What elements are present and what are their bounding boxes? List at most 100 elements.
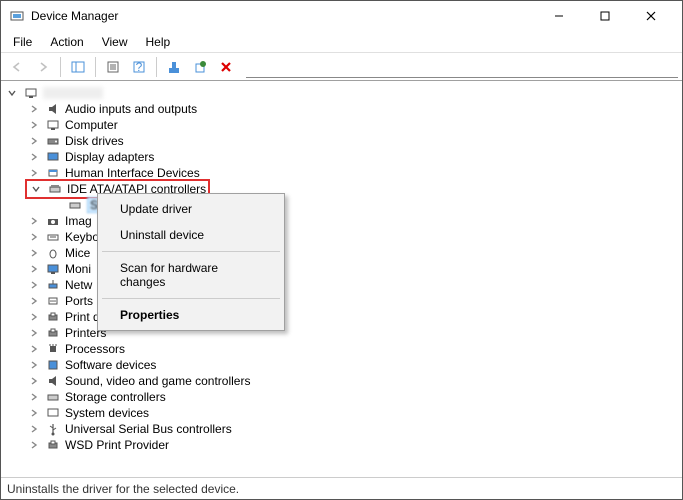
chevron-right-icon[interactable] xyxy=(27,438,41,452)
tree-node-system[interactable]: System devices xyxy=(3,405,680,421)
computer-icon xyxy=(45,405,61,421)
chevron-right-icon[interactable] xyxy=(27,278,41,292)
tree-node-storage[interactable]: Storage controllers xyxy=(3,389,680,405)
chevron-right-icon[interactable] xyxy=(27,214,41,228)
node-label: Imag xyxy=(65,214,92,228)
toolbar-separator xyxy=(156,57,157,77)
chevron-right-icon[interactable] xyxy=(27,422,41,436)
printer-icon xyxy=(45,325,61,341)
monitor-icon xyxy=(45,261,61,277)
node-label: Netw xyxy=(65,278,92,292)
node-label: Human Interface Devices xyxy=(65,166,200,180)
network-icon xyxy=(45,277,61,293)
chevron-right-icon[interactable] xyxy=(27,342,41,356)
node-label: Audio inputs and outputs xyxy=(65,102,197,116)
usb-icon xyxy=(45,421,61,437)
chevron-right-icon[interactable] xyxy=(27,310,41,324)
statusbar-text: Uninstalls the driver for the selected d… xyxy=(7,482,239,496)
statusbar: Uninstalls the driver for the selected d… xyxy=(1,477,682,499)
help-button[interactable]: ? xyxy=(127,55,151,79)
context-menu: Update driver Uninstall device Scan for … xyxy=(97,193,285,331)
node-label: Computer xyxy=(65,118,118,132)
printer-icon xyxy=(45,437,61,453)
ctx-update-driver[interactable]: Update driver xyxy=(100,196,282,222)
tree-node-computer[interactable]: Computer xyxy=(3,117,680,133)
node-label: Storage controllers xyxy=(65,390,166,404)
node-label: Sound, video and game controllers xyxy=(65,374,250,388)
close-button[interactable] xyxy=(628,1,674,31)
tree-node-software[interactable]: Software devices xyxy=(3,357,680,373)
node-label: Moni xyxy=(65,262,91,276)
chevron-down-icon[interactable] xyxy=(5,86,19,100)
toolbar-divider xyxy=(246,77,678,78)
speaker-icon xyxy=(45,101,61,117)
node-label: Disk drives xyxy=(65,134,124,148)
menu-action[interactable]: Action xyxy=(42,33,91,51)
chevron-right-icon[interactable] xyxy=(27,390,41,404)
node-label: Software devices xyxy=(65,358,156,372)
expander-empty xyxy=(49,198,63,212)
mouse-icon xyxy=(45,245,61,261)
menu-view[interactable]: View xyxy=(94,33,136,51)
scan-hardware-button[interactable] xyxy=(188,55,212,79)
controller-icon xyxy=(47,181,63,197)
node-label: Keybo xyxy=(65,230,99,244)
device-tree[interactable]: Audio inputs and outputs Computer Disk d… xyxy=(1,81,682,477)
app-icon xyxy=(9,8,25,24)
menubar: File Action View Help xyxy=(1,31,682,53)
node-label: System devices xyxy=(65,406,149,420)
toolbar: ? xyxy=(1,53,682,81)
cpu-icon xyxy=(45,341,61,357)
ctx-properties[interactable]: Properties xyxy=(100,302,282,328)
update-driver-button[interactable] xyxy=(162,55,186,79)
properties-button[interactable] xyxy=(101,55,125,79)
uninstall-button[interactable] xyxy=(214,55,238,79)
minimize-button[interactable] xyxy=(536,1,582,31)
ctx-separator xyxy=(102,251,280,252)
chevron-right-icon[interactable] xyxy=(27,166,41,180)
tree-root[interactable] xyxy=(3,85,680,101)
keyboard-icon xyxy=(45,229,61,245)
node-label: Display adapters xyxy=(65,150,154,164)
chevron-right-icon[interactable] xyxy=(27,406,41,420)
display-icon xyxy=(45,149,61,165)
node-label: WSD Print Provider xyxy=(65,438,169,452)
node-label: Universal Serial Bus controllers xyxy=(65,422,232,436)
forward-button xyxy=(31,55,55,79)
ctx-uninstall-device[interactable]: Uninstall device xyxy=(100,222,282,248)
chevron-right-icon[interactable] xyxy=(27,326,41,340)
chevron-right-icon[interactable] xyxy=(27,294,41,308)
tree-node-processors[interactable]: Processors xyxy=(3,341,680,357)
chevron-right-icon[interactable] xyxy=(27,246,41,260)
node-label: Mice xyxy=(65,246,90,260)
tree-node-usb[interactable]: Universal Serial Bus controllers xyxy=(3,421,680,437)
menu-file[interactable]: File xyxy=(5,33,40,51)
chevron-down-icon[interactable] xyxy=(29,182,43,196)
tree-node-audio[interactable]: Audio inputs and outputs xyxy=(3,101,680,117)
menu-help[interactable]: Help xyxy=(138,33,179,51)
chevron-right-icon[interactable] xyxy=(27,102,41,116)
maximize-button[interactable] xyxy=(582,1,628,31)
speaker-icon xyxy=(45,373,61,389)
controller-icon xyxy=(45,389,61,405)
chevron-right-icon[interactable] xyxy=(27,230,41,244)
node-label: Processors xyxy=(65,342,125,356)
camera-icon xyxy=(45,213,61,229)
tree-node-wsd[interactable]: WSD Print Provider xyxy=(3,437,680,453)
software-icon xyxy=(45,357,61,373)
tree-node-display[interactable]: Display adapters xyxy=(3,149,680,165)
chevron-right-icon[interactable] xyxy=(27,262,41,276)
printer-icon xyxy=(45,309,61,325)
show-hide-tree-button[interactable] xyxy=(66,55,90,79)
window-title: Device Manager xyxy=(31,9,536,23)
tree-node-sound[interactable]: Sound, video and game controllers xyxy=(3,373,680,389)
chevron-right-icon[interactable] xyxy=(27,134,41,148)
chevron-right-icon[interactable] xyxy=(27,358,41,372)
chevron-right-icon[interactable] xyxy=(27,374,41,388)
chevron-right-icon[interactable] xyxy=(27,118,41,132)
drive-icon xyxy=(45,133,61,149)
chevron-right-icon[interactable] xyxy=(27,150,41,164)
tree-node-disk[interactable]: Disk drives xyxy=(3,133,680,149)
computer-icon xyxy=(45,117,61,133)
ctx-scan-hardware[interactable]: Scan for hardware changes xyxy=(100,255,282,295)
